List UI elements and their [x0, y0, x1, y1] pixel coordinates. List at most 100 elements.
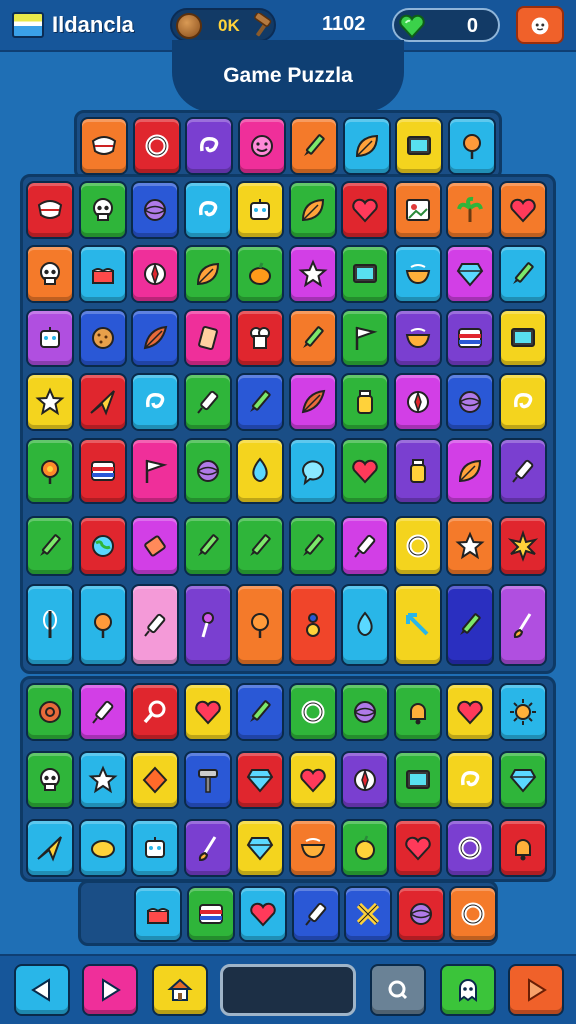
puzzle-tile[interactable] — [498, 683, 547, 741]
puzzle-tile[interactable] — [341, 751, 389, 809]
puzzle-tile[interactable] — [446, 373, 494, 431]
puzzle-tile[interactable] — [183, 516, 232, 576]
puzzle-tile[interactable] — [183, 181, 232, 239]
puzzle-tile[interactable] — [26, 516, 74, 576]
puzzle-tile[interactable] — [239, 886, 287, 942]
puzzle-tile[interactable] — [393, 751, 442, 809]
puzzle-tile[interactable] — [185, 117, 233, 175]
puzzle-tile[interactable] — [446, 438, 494, 504]
puzzle-tile[interactable] — [236, 516, 284, 576]
puzzle-tile[interactable] — [237, 117, 286, 175]
puzzle-tile[interactable] — [291, 886, 340, 942]
puzzle-tile[interactable] — [396, 886, 445, 942]
puzzle-tile[interactable] — [131, 181, 179, 239]
puzzle-tile[interactable] — [78, 683, 127, 741]
puzzle-tile[interactable] — [395, 117, 443, 175]
puzzle-tile[interactable] — [236, 751, 284, 809]
puzzle-tile[interactable] — [131, 438, 179, 504]
puzzle-tile[interactable] — [341, 438, 389, 504]
puzzle-tile[interactable] — [393, 584, 442, 666]
gem-counter[interactable]: 0 — [392, 8, 500, 42]
puzzle-tile[interactable] — [341, 309, 389, 367]
puzzle-tile[interactable] — [131, 516, 179, 576]
puzzle-tile[interactable] — [393, 683, 442, 741]
puzzle-tile[interactable] — [26, 438, 74, 504]
puzzle-tile[interactable] — [78, 819, 127, 877]
puzzle-tile[interactable] — [498, 181, 547, 239]
puzzle-tile[interactable] — [288, 516, 337, 576]
puzzle-tile[interactable] — [393, 373, 442, 431]
puzzle-tile[interactable] — [183, 438, 232, 504]
puzzle-tile[interactable] — [446, 309, 494, 367]
puzzle-tile[interactable] — [26, 373, 74, 431]
puzzle-tile[interactable] — [341, 245, 389, 303]
puzzle-tile[interactable] — [288, 373, 337, 431]
puzzle-tile[interactable] — [288, 751, 337, 809]
puzzle-tile[interactable] — [183, 683, 232, 741]
puzzle-tile[interactable] — [236, 438, 284, 504]
back-button[interactable] — [14, 964, 70, 1016]
puzzle-tile[interactable] — [26, 181, 74, 239]
coin-counter[interactable]: 0K — [170, 8, 276, 42]
puzzle-tile[interactable] — [131, 751, 179, 809]
puzzle-tile[interactable] — [236, 683, 284, 741]
puzzle-tile[interactable] — [498, 516, 547, 576]
puzzle-tile[interactable] — [78, 373, 127, 431]
puzzle-tile[interactable] — [341, 516, 389, 576]
puzzle-tile[interactable] — [132, 117, 181, 175]
puzzle-tile[interactable] — [183, 373, 232, 431]
puzzle-tile[interactable] — [393, 181, 442, 239]
puzzle-tile[interactable] — [498, 373, 547, 431]
puzzle-tile[interactable] — [183, 584, 232, 666]
puzzle-tile[interactable] — [344, 886, 392, 942]
puzzle-tile[interactable] — [131, 683, 179, 741]
puzzle-tile[interactable] — [446, 245, 494, 303]
puzzle-tile[interactable] — [236, 181, 284, 239]
puzzle-tile[interactable] — [183, 245, 232, 303]
puzzle-tile[interactable] — [131, 309, 179, 367]
puzzle-tile[interactable] — [78, 751, 127, 809]
puzzle-tile[interactable] — [498, 438, 547, 504]
puzzle-tile[interactable] — [78, 516, 127, 576]
puzzle-tile[interactable] — [78, 181, 127, 239]
puzzle-tile[interactable] — [393, 245, 442, 303]
puzzle-tile[interactable] — [288, 181, 337, 239]
puzzle-tile[interactable] — [78, 438, 127, 504]
puzzle-tile[interactable] — [80, 117, 128, 175]
search-button[interactable] — [370, 964, 426, 1016]
puzzle-tile[interactable] — [183, 309, 232, 367]
puzzle-tile[interactable] — [446, 683, 494, 741]
puzzle-tile[interactable] — [236, 584, 284, 666]
puzzle-tile[interactable] — [447, 117, 496, 175]
puzzle-tile[interactable] — [288, 438, 337, 504]
puzzle-tile[interactable] — [498, 309, 547, 367]
puzzle-tile[interactable] — [341, 584, 389, 666]
puzzle-tile[interactable] — [26, 309, 74, 367]
puzzle-tile[interactable] — [26, 584, 74, 666]
puzzle-tile[interactable] — [341, 819, 389, 877]
puzzle-tile[interactable] — [131, 373, 179, 431]
play-button[interactable] — [82, 964, 138, 1016]
puzzle-tile[interactable] — [342, 117, 391, 175]
puzzle-tile[interactable] — [290, 117, 338, 175]
puzzle-tile[interactable] — [341, 683, 389, 741]
puzzle-tile[interactable] — [131, 584, 179, 666]
puzzle-tile[interactable] — [288, 683, 337, 741]
puzzle-tile[interactable] — [26, 245, 74, 303]
puzzle-tile[interactable] — [341, 181, 389, 239]
puzzle-tile[interactable] — [393, 438, 442, 504]
puzzle-tile[interactable] — [78, 309, 127, 367]
puzzle-tile[interactable] — [26, 683, 74, 741]
puzzle-tile[interactable] — [186, 886, 235, 942]
menu-button[interactable] — [516, 6, 564, 44]
puzzle-tile[interactable] — [131, 819, 179, 877]
puzzle-tile[interactable] — [288, 245, 337, 303]
home-button[interactable] — [152, 964, 208, 1016]
puzzle-tile[interactable] — [236, 819, 284, 877]
pet-button[interactable] — [440, 964, 496, 1016]
puzzle-tile[interactable] — [393, 819, 442, 877]
puzzle-tile[interactable] — [236, 245, 284, 303]
puzzle-tile[interactable] — [446, 516, 494, 576]
puzzle-tile[interactable] — [183, 819, 232, 877]
answer-input[interactable] — [220, 964, 356, 1016]
